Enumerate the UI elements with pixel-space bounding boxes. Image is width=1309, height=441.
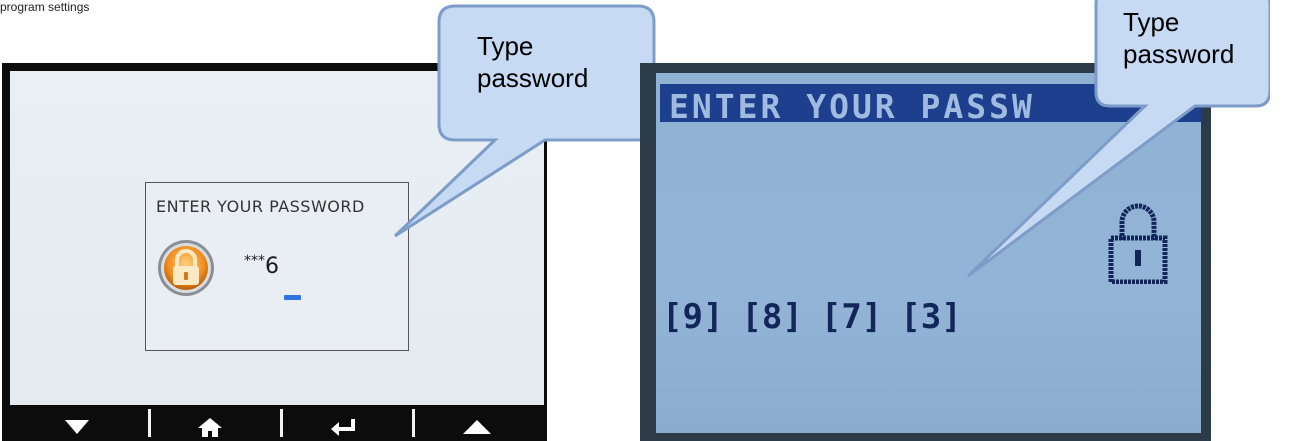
callout-right-line2: password: [1123, 39, 1235, 69]
home-icon: [198, 418, 223, 437]
callout-left-text: Type password: [477, 30, 588, 94]
digit-slot[interactable]: [7]: [821, 297, 882, 337]
digit-row: [9] [8] [7] [3]: [662, 297, 962, 337]
page-caption: program settings: [0, 0, 90, 14]
digit-slot[interactable]: [9]: [662, 297, 723, 337]
callout-left-line2: password: [477, 63, 589, 93]
enter-icon: [330, 419, 355, 436]
arrow-down-icon: [64, 420, 89, 434]
arrow-down-button[interactable]: [17, 413, 137, 441]
digit-slot[interactable]: [8]: [741, 297, 802, 337]
arrow-up-button[interactable]: [417, 413, 537, 441]
callout-right-text: Type password: [1123, 6, 1234, 70]
password-last-digit: 6: [265, 254, 279, 279]
padlock-icon: [158, 240, 214, 296]
password-mask: ***: [244, 253, 265, 269]
callout-left-line1: Type: [477, 31, 534, 61]
text-cursor: [284, 295, 301, 300]
digit-slot-active[interactable]: [3]: [900, 297, 961, 337]
softkey-bar: [10, 413, 544, 441]
enter-button[interactable]: [284, 413, 404, 441]
password-prompt: ENTER YOUR PASSWORD: [156, 197, 365, 216]
home-button[interactable]: [150, 413, 270, 441]
password-dialog: ENTER YOUR PASSWORD ***6: [145, 182, 409, 351]
callout-right-line1: Type: [1123, 7, 1180, 37]
arrow-up-icon: [463, 420, 492, 434]
password-input[interactable]: ***6: [244, 253, 279, 279]
